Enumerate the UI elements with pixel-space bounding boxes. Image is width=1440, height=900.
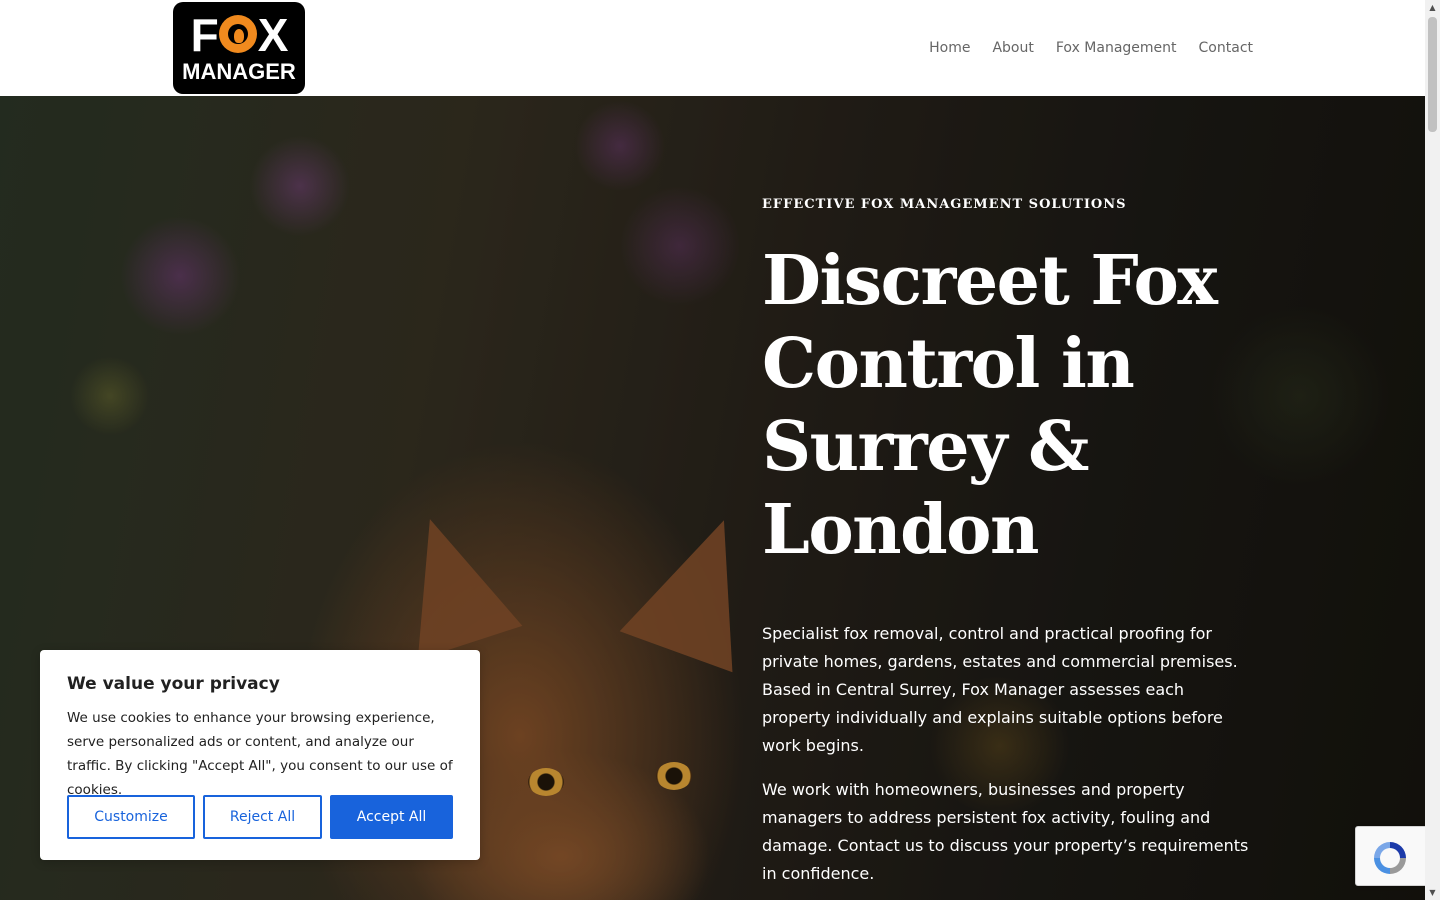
hero-headline: Discreet Fox Control in Surrey & London	[762, 241, 1218, 570]
nav-item-about[interactable]: About	[992, 38, 1033, 58]
scroll-thumb[interactable]	[1428, 17, 1437, 132]
fox-ear-left	[377, 502, 523, 660]
nav-item-home[interactable]: Home	[929, 38, 970, 58]
fox-head-icon	[218, 15, 257, 53]
hero-paragraph-1: Specialist fox removal, control and prac…	[762, 624, 1238, 755]
page-scrollbar[interactable]: ▲ ▼	[1425, 0, 1440, 900]
cookie-consent-banner: We value your privacy We use cookies to …	[40, 650, 480, 860]
logo-mark: FX	[190, 9, 289, 61]
customize-button[interactable]: Customize	[67, 795, 195, 839]
scroll-down-arrow-icon[interactable]: ▼	[1425, 885, 1440, 900]
reject-all-button[interactable]: Reject All	[203, 795, 322, 839]
scroll-up-arrow-icon[interactable]: ▲	[1425, 0, 1440, 15]
nav-item-fox-management[interactable]: Fox Management	[1056, 38, 1177, 58]
hero-paragraph-2: We work with homeowners, businesses and …	[762, 780, 1249, 883]
logo-wordmark: MANAGER	[182, 59, 296, 84]
fox-eye-right	[656, 762, 692, 790]
hero-content: EFFECTIVE FOX MANAGEMENT SOLUTIONS Discr…	[762, 196, 1262, 888]
hero-eyebrow: EFFECTIVE FOX MANAGEMENT SOLUTIONS	[762, 197, 1127, 212]
accept-all-button[interactable]: Accept All	[330, 795, 453, 839]
cookie-actions: Customize Reject All Accept All	[67, 795, 453, 839]
fox-eye-left	[528, 768, 564, 796]
site-header: FX MANAGER Home About Fox Management Con…	[0, 0, 1425, 96]
recaptcha-icon	[1374, 842, 1406, 874]
site-logo[interactable]: FX MANAGER	[173, 2, 305, 94]
nav-item-contact[interactable]: Contact	[1199, 38, 1253, 58]
cookie-title: We value your privacy	[67, 674, 280, 694]
main-nav: Home About Fox Management Contact	[929, 38, 1253, 58]
cookie-description: We use cookies to enhance your browsing …	[67, 710, 453, 798]
fox-ear-right	[619, 499, 781, 673]
